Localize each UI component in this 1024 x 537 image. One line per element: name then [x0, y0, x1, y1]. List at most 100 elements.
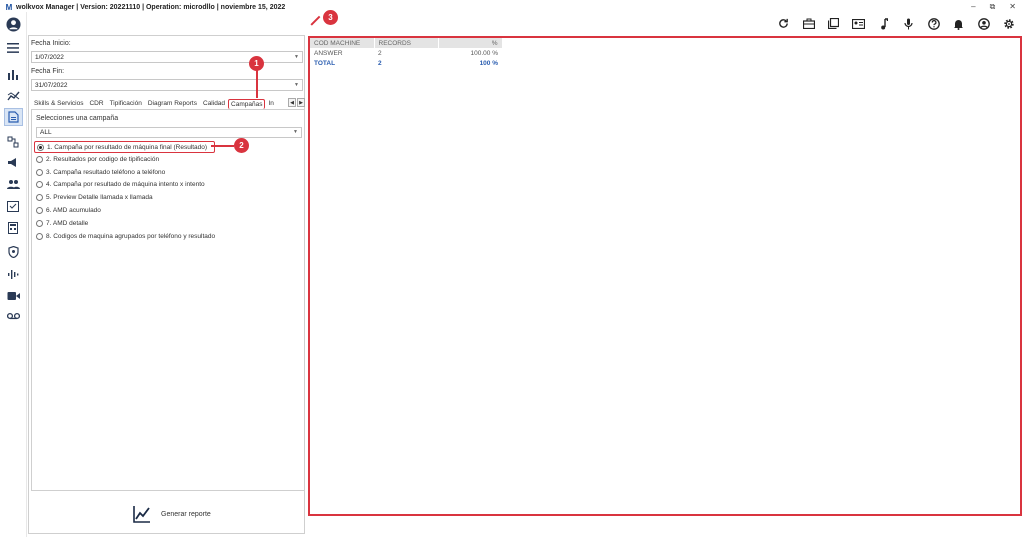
radio-button[interactable] [37, 143, 44, 151]
annotation-badge-2: 2 [234, 138, 249, 153]
report-option-8[interactable]: 8. Codigos de maquina agrupados por telé… [36, 230, 215, 243]
report-option-5[interactable]: 5. Preview Detalle llamada x llamada [36, 191, 215, 204]
reports-icon[interactable] [4, 108, 23, 126]
team-icon[interactable] [5, 176, 21, 192]
shield-icon[interactable] [5, 244, 21, 260]
video-icon[interactable] [5, 288, 21, 304]
report-option-label: 1. Campaña por resultado de máquina fina… [47, 143, 208, 151]
results-grid: COD MACHINE RECORDS % ANSWER 2 100.00 % … [308, 36, 1022, 516]
user-avatar-icon[interactable] [5, 16, 21, 32]
results-table: COD MACHINE RECORDS % ANSWER 2 100.00 % … [310, 38, 503, 68]
report-option-label: 5. Preview Detalle llamada x llamada [46, 194, 153, 202]
cell-percent: 100.00 % [470, 49, 498, 57]
close-button[interactable]: ✕ [1009, 2, 1016, 12]
table-total-row[interactable]: TOTAL 2 100 % [310, 58, 502, 68]
music-note-icon[interactable] [876, 16, 891, 31]
campaign-tab-content: Selecciones una campaña ALL ▼ 1. Campaña… [31, 110, 305, 491]
chevron-down-icon[interactable]: ▼ [294, 82, 299, 88]
tab-in[interactable]: In [265, 99, 276, 109]
radio-button[interactable] [36, 232, 43, 240]
voicemail-icon[interactable] [5, 308, 21, 324]
table-row[interactable]: ANSWER 2 100.00 % [310, 48, 502, 58]
report-filter-panel: Fecha Inicio: 1/07/2022 ▼ Fecha Fin: 31/… [28, 35, 305, 534]
report-option-4[interactable]: 4. Campaña por resultado de máquina inte… [36, 179, 215, 192]
column-header-records[interactable]: RECORDS [374, 38, 439, 48]
minimize-button[interactable]: – [971, 2, 975, 12]
radio-button[interactable] [36, 155, 43, 163]
end-date-field[interactable]: 31/07/2022 ▼ [31, 79, 303, 91]
generate-report-label: Generar reporte [161, 510, 211, 518]
radio-button[interactable] [36, 194, 43, 202]
report-options: 1. Campaña por resultado de máquina fina… [34, 141, 216, 243]
app-logo: M [5, 2, 13, 12]
annotation-arrow-3 [310, 15, 321, 26]
tab-cdr[interactable]: CDR [86, 99, 106, 109]
top-toolbar [776, 16, 1016, 31]
report-option-1[interactable]: 1. Campaña por resultado de máquina fina… [34, 141, 216, 153]
contact-card-icon[interactable] [851, 16, 866, 31]
column-header-cod-machine[interactable]: COD MACHINE [310, 38, 375, 48]
account-icon[interactable] [976, 16, 991, 31]
radio-button[interactable] [36, 181, 43, 189]
cell-total-label: TOTAL [314, 59, 336, 67]
tab-skills-servicios[interactable]: Skills & Servicios [31, 99, 86, 109]
help-icon[interactable] [926, 16, 941, 31]
radio-button[interactable] [36, 219, 43, 227]
report-option-7[interactable]: 7. AMD detalle [36, 217, 215, 230]
notification-bell-icon[interactable] [951, 16, 966, 31]
report-tabs: Skills & Servicios CDR Tipificación Diag… [31, 98, 305, 110]
menu-icon[interactable] [5, 40, 21, 56]
annotation-arrow-1 [256, 70, 258, 98]
microphone-icon[interactable] [901, 16, 916, 31]
window-controls: – ⧉ ✕ [971, 2, 1016, 12]
tab-scroll-left-button[interactable]: ◀ [288, 98, 296, 107]
tab-campanas[interactable]: Campañas [228, 99, 266, 109]
column-header-percent[interactable]: % [438, 38, 503, 48]
checklist-icon[interactable] [5, 198, 21, 214]
window-title: wolkvox Manager | Version: 20221110 | Op… [16, 3, 286, 11]
report-option-label: 7. AMD detalle [46, 219, 89, 227]
refresh-icon[interactable] [776, 16, 791, 31]
calculator-icon[interactable] [5, 220, 21, 236]
annotation-arrow-2 [211, 145, 234, 147]
annotation-badge-1: 1 [249, 56, 264, 71]
start-date-label: Fecha Inicio: [31, 40, 71, 47]
cell-total-records: 2 [378, 59, 382, 67]
megaphone-icon[interactable] [5, 154, 21, 170]
tab-scroll-right-button[interactable]: ▶ [297, 98, 305, 107]
report-option-3[interactable]: 3. Campaña resultado teléfono a teléfono [36, 166, 215, 179]
report-option-2[interactable]: 2. Resultados por codigo de tipificación [36, 153, 215, 166]
report-option-label: 4. Campaña por resultado de máquina inte… [46, 181, 205, 189]
tab-calidad[interactable]: Calidad [200, 99, 228, 109]
report-option-6[interactable]: 6. AMD acumulado [36, 204, 215, 217]
end-date-label: Fecha Fin: [31, 68, 65, 75]
campaign-select[interactable]: ALL ▼ [36, 127, 302, 138]
chevron-down-icon[interactable]: ▼ [294, 54, 299, 60]
report-option-label: 3. Campaña resultado teléfono a teléfono [46, 168, 166, 176]
flow-icon[interactable] [5, 134, 21, 150]
bar-chart-icon[interactable] [5, 66, 21, 82]
radio-button[interactable] [36, 168, 43, 176]
generate-report-button[interactable]: Generar reporte [133, 505, 211, 523]
campaign-select-value: ALL [40, 129, 52, 136]
cell-total-percent: 100 % [479, 59, 498, 67]
briefcase-icon[interactable] [801, 16, 816, 31]
audio-wave-icon[interactable] [5, 266, 21, 282]
library-icon[interactable] [826, 16, 841, 31]
restore-button[interactable]: ⧉ [990, 2, 996, 12]
annotation-badge-3: 3 [323, 10, 338, 25]
left-sidebar [0, 12, 27, 537]
report-option-label: 6. AMD acumulado [46, 207, 101, 215]
radio-button[interactable] [36, 207, 43, 215]
chevron-down-icon[interactable]: ▼ [293, 129, 298, 135]
end-date-value: 31/07/2022 [35, 82, 68, 89]
tab-diagram-reports[interactable]: Diagram Reports [145, 99, 200, 109]
tab-tipificacion[interactable]: Tipificación [107, 99, 145, 109]
cell-records: 2 [378, 49, 382, 57]
tab-scroll-controls: ◀ ▶ [288, 98, 305, 107]
analytics-icon[interactable] [5, 88, 21, 104]
table-header-row: COD MACHINE RECORDS % [310, 38, 503, 48]
campaign-select-label: Selecciones una campaña [36, 115, 119, 122]
settings-gear-icon[interactable] [1001, 16, 1016, 31]
title-bar: M wolkvox Manager | Version: 20221110 | … [0, 0, 1024, 14]
